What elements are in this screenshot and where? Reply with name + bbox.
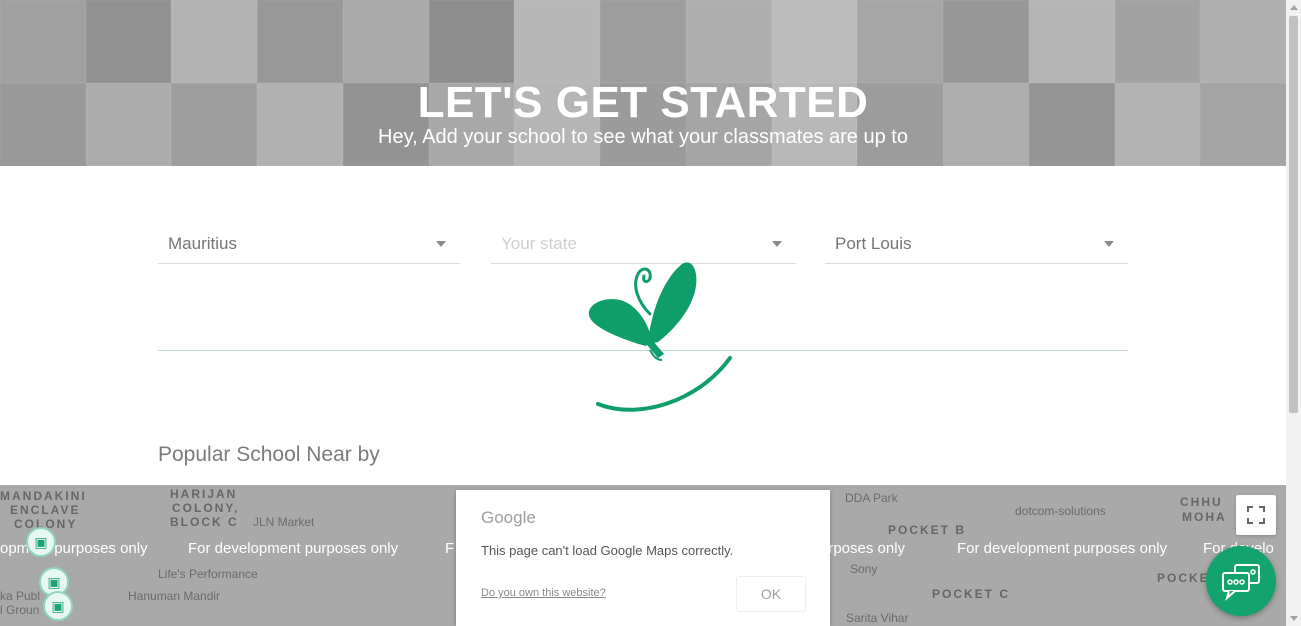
dev-watermark: For development purposes only xyxy=(188,540,399,557)
map-label: ENCLAVE xyxy=(10,503,81,517)
map-label: JLN Market xyxy=(253,515,315,529)
page-scrollbar[interactable] xyxy=(1286,0,1301,626)
map-label: DDA Park xyxy=(845,491,898,505)
scroll-down-arrow-icon[interactable] xyxy=(1290,616,1298,621)
map-label: MOHA xyxy=(1182,510,1227,524)
maps-error-dialog: Google This page can't load Google Maps … xyxy=(456,490,830,626)
country-value: Mauritius xyxy=(168,234,237,253)
map-label: Life's Performance xyxy=(158,567,258,581)
scroll-up-arrow-icon[interactable] xyxy=(1290,5,1298,10)
map-label: ka Publ xyxy=(0,589,41,603)
map-label: Sarita Vihar xyxy=(846,611,909,625)
chat-bubbles-icon xyxy=(1222,564,1260,601)
school-pin-icon[interactable]: ▣ xyxy=(43,591,73,621)
fullscreen-button[interactable] xyxy=(1236,495,1276,535)
map-label: POCKET B xyxy=(888,523,967,537)
map-label: BLOCK C xyxy=(170,515,239,529)
school-pin-icon[interactable]: ▣ xyxy=(26,527,56,557)
map-label: Sony xyxy=(850,562,878,576)
chat-button[interactable] xyxy=(1206,546,1276,616)
city-select[interactable]: Port Louis xyxy=(825,226,1128,264)
butterfly-logo-icon xyxy=(578,256,738,420)
state-placeholder: Your state xyxy=(501,234,577,253)
map-label: HARIJAN xyxy=(170,487,238,501)
map-label: POCKE xyxy=(1157,571,1210,585)
map-label: l Groun xyxy=(0,603,40,617)
fullscreen-icon xyxy=(1247,506,1265,524)
ok-button[interactable]: OK xyxy=(736,576,806,612)
chevron-down-icon xyxy=(436,241,446,247)
city-value: Port Louis xyxy=(835,234,912,253)
dev-watermark: F xyxy=(445,540,455,557)
own-website-link[interactable]: Do you own this website? xyxy=(481,587,606,599)
page-title: LET'S GET STARTED xyxy=(417,78,869,127)
map-label: COLONY, xyxy=(172,501,240,515)
dev-watermark: For development purposes only xyxy=(957,540,1168,557)
dev-watermark: opment purposes only xyxy=(0,540,148,557)
scrollbar-thumb[interactable] xyxy=(1289,16,1298,413)
chevron-down-icon xyxy=(1104,241,1114,247)
maps-error-message: This page can't load Google Maps correct… xyxy=(481,543,734,558)
map-label: CHHU xyxy=(1180,495,1223,509)
map-label: dotcom-solutions xyxy=(1015,504,1106,518)
popular-schools-heading: Popular School Near by xyxy=(158,443,380,466)
chevron-down-icon xyxy=(772,241,782,247)
map-label: POCKET C xyxy=(932,587,1011,601)
country-select[interactable]: Mauritius xyxy=(158,226,460,264)
hero-banner: LET'S GET STARTED Hey, Add your school t… xyxy=(0,0,1286,166)
google-logo: Google xyxy=(481,508,536,527)
dev-watermark: urposes only xyxy=(820,540,906,557)
map-label: MANDAKINI xyxy=(0,489,87,503)
page-subtitle: Hey, Add your school to see what your cl… xyxy=(378,126,908,148)
map-label: Hanuman Mandir xyxy=(128,589,221,603)
